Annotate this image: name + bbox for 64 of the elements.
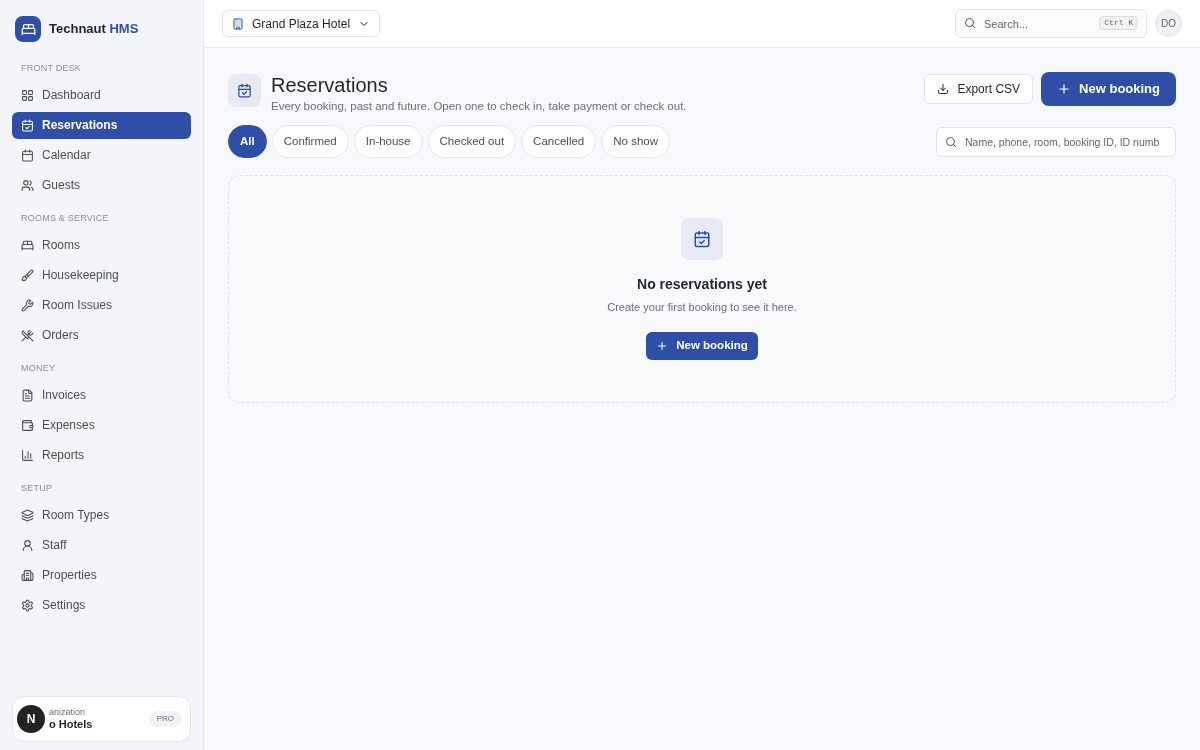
grid-icon — [21, 88, 34, 102]
person-icon — [21, 538, 34, 552]
sidebar-item[interactable]: Calendar — [12, 141, 191, 169]
property-selector[interactable]: Grand Plaza Hotel — [222, 10, 381, 37]
page-title: Reservations — [271, 73, 389, 98]
logo-icon — [15, 16, 41, 42]
document-icon — [21, 388, 34, 402]
page-subtitle: Every booking, past and future. Open one to check in, take payment or check out. — [271, 99, 687, 114]
plus-icon — [1057, 82, 1072, 96]
organization-name: o Hotels — [49, 717, 94, 732]
calendar-check-icon — [21, 118, 34, 132]
plan-badge: PRO — [148, 711, 182, 727]
section-heading: SETUP — [20, 482, 54, 496]
filter-tab[interactable]: Confirmed — [271, 125, 349, 159]
organization-card[interactable]: N anization o Hotels PRO — [12, 696, 191, 742]
utensils-icon — [21, 328, 34, 342]
sidebar-item[interactable]: Reservations — [12, 111, 191, 139]
organization-label: anization — [49, 706, 87, 718]
sidebar-item[interactable]: Housekeeping — [12, 261, 191, 289]
bar-chart-icon — [21, 448, 34, 462]
sidebar-item[interactable]: Staff — [12, 531, 191, 559]
sidebar-item[interactable]: Room Types — [12, 501, 191, 529]
calendar-icon — [21, 148, 34, 162]
sidebar-item[interactable]: Orders — [12, 321, 191, 349]
section-heading: ROOMS & SERVICE — [20, 212, 110, 226]
user-avatar[interactable]: DO — [1155, 10, 1182, 37]
wallet-icon — [21, 418, 34, 432]
empty-state-text: Create your first booking to see it here. — [607, 300, 797, 316]
filter-tab[interactable]: Checked out — [427, 125, 517, 159]
new-booking-button[interactable]: New booking — [646, 331, 758, 360]
sidebar-item[interactable]: Room Issues — [12, 291, 191, 319]
calendar-check-icon — [228, 74, 261, 107]
filter-tab[interactable]: All — [228, 125, 267, 159]
sidebar-item[interactable]: Rooms — [12, 231, 191, 259]
sidebar-item[interactable]: Reports — [12, 441, 191, 469]
wrench-icon — [21, 298, 34, 312]
plus-icon — [656, 339, 669, 352]
search-icon — [964, 17, 976, 29]
sidebar-item[interactable]: Invoices — [12, 381, 191, 409]
people-icon — [21, 178, 34, 192]
settings-icon — [21, 598, 34, 612]
filter-tab[interactable]: In-house — [353, 125, 423, 159]
filter-tab[interactable]: No show — [601, 125, 670, 159]
sidebar-item[interactable]: Guests — [12, 171, 191, 199]
brand-name: Technaut HMS — [49, 20, 139, 39]
booking-search-field[interactable]: Name, phone, room, booking ID, ID numb — [936, 126, 1176, 157]
bed-icon — [21, 238, 34, 252]
filter-tab[interactable]: Cancelled — [521, 125, 597, 159]
sidebar-item[interactable]: Settings — [12, 591, 191, 619]
section-heading: FRONT DESK — [20, 62, 83, 76]
section-heading: MONEY — [20, 362, 57, 376]
sidebar-item[interactable]: Properties — [12, 561, 191, 589]
empty-state-title: No reservations yet — [637, 275, 767, 295]
shortcut-key: Ctrl K — [1099, 16, 1138, 30]
export-button[interactable]: Export CSV — [924, 74, 1034, 104]
calendar-check-icon — [681, 218, 723, 261]
brush-icon — [21, 268, 34, 282]
download-icon — [937, 83, 950, 95]
layers-icon — [21, 508, 34, 522]
dev-badge[interactable]: N — [17, 705, 45, 733]
search-icon — [945, 135, 957, 148]
new-booking-button[interactable]: New booking — [1041, 72, 1176, 106]
sidebar-item[interactable]: Expenses — [12, 411, 191, 439]
sidebar-item[interactable]: Dashboard — [12, 81, 191, 109]
